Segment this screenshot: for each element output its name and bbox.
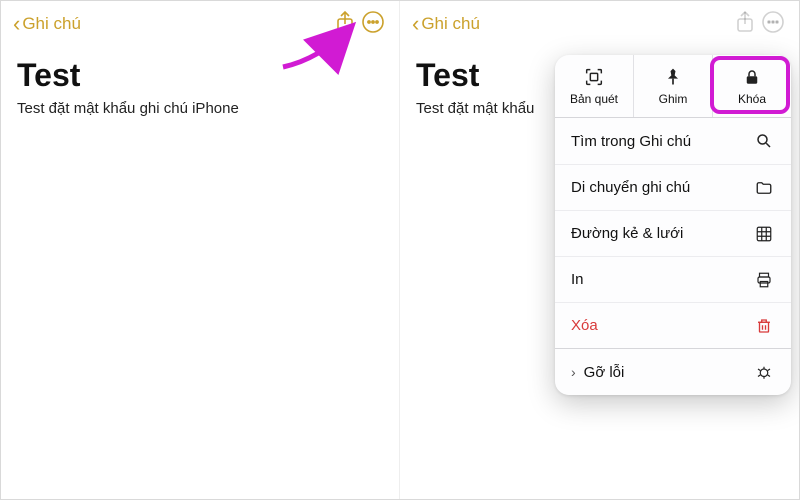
sheet-top-lock[interactable]: Khóa xyxy=(713,55,791,117)
sheet-row-debug[interactable]: › Gỡ lỗi xyxy=(555,349,791,395)
header: ‹ Ghi chú xyxy=(1,1,399,47)
chevron-right-icon: › xyxy=(571,364,576,380)
chevron-left-icon: ‹ xyxy=(412,13,419,35)
sheet-top-label: Bản quét xyxy=(570,92,618,106)
note-title[interactable]: Test xyxy=(1,47,399,100)
sheet-row-label: Di chuyển ghi chú xyxy=(571,179,690,196)
sheet-top-label: Khóa xyxy=(738,92,766,106)
action-sheet: Bản quét Ghim xyxy=(555,55,791,395)
more-button[interactable] xyxy=(359,10,387,38)
sheet-row-label: In xyxy=(571,271,584,288)
sheet-row-delete[interactable]: Xóa xyxy=(555,302,791,348)
chevron-left-icon: ‹ xyxy=(13,13,20,35)
sheet-top-scan[interactable]: Bản quét xyxy=(555,55,634,117)
back-label: Ghi chú xyxy=(421,14,480,34)
sheet-row-label: Đường kẻ & lưới xyxy=(571,225,683,242)
sheet-top-pin[interactable]: Ghim xyxy=(634,55,713,117)
sheet-row-find[interactable]: Tìm trong Ghi chú xyxy=(555,118,791,164)
more-button xyxy=(759,10,787,38)
bug-icon xyxy=(753,363,775,381)
ellipsis-circle-icon xyxy=(761,10,785,39)
share-icon xyxy=(335,10,355,39)
sheet-top-label: Ghim xyxy=(659,92,688,106)
search-icon xyxy=(753,132,775,150)
sheet-row-print[interactable]: In xyxy=(555,256,791,302)
header: ‹ Ghi chú xyxy=(400,1,799,47)
sheet-row-move[interactable]: Di chuyển ghi chú xyxy=(555,164,791,210)
note-body[interactable]: Test đặt mật khẩu ghi chú iPhone xyxy=(1,100,399,117)
back-button[interactable]: ‹ Ghi chú xyxy=(412,13,480,35)
grid-icon xyxy=(753,225,775,243)
print-icon xyxy=(753,271,775,289)
ellipsis-circle-icon xyxy=(361,10,385,39)
share-button[interactable] xyxy=(331,10,359,38)
share-icon xyxy=(735,10,755,39)
sheet-row-label: Xóa xyxy=(571,317,598,334)
sheet-row-label: Tìm trong Ghi chú xyxy=(571,133,691,150)
pin-icon xyxy=(663,66,683,88)
lock-icon xyxy=(743,66,761,88)
share-button xyxy=(731,10,759,38)
sheet-row-label: Gỡ lỗi xyxy=(584,364,625,381)
back-label: Ghi chú xyxy=(22,14,81,34)
folder-icon xyxy=(753,179,775,197)
sheet-row-lines-grid[interactable]: Đường kẻ & lưới xyxy=(555,210,791,256)
scan-icon xyxy=(583,66,605,88)
trash-icon xyxy=(753,317,775,335)
back-button[interactable]: ‹ Ghi chú xyxy=(13,13,81,35)
